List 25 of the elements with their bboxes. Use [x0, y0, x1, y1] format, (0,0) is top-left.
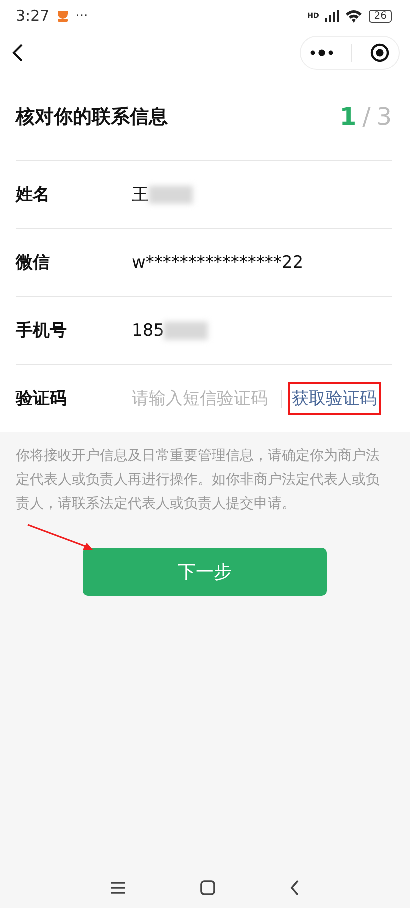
field-value: w****************22 — [132, 252, 304, 272]
battery-level: 26 — [369, 10, 392, 22]
field-label: 验证码 — [16, 388, 68, 410]
field-label: 姓名 — [16, 184, 51, 206]
step-current: 1 — [340, 103, 357, 131]
step-separator: / — [362, 103, 371, 131]
field-value: 185 — [132, 320, 164, 340]
app-notification-icon — [56, 9, 70, 23]
signal-icon — [325, 10, 340, 22]
field-label: 微信 — [16, 252, 51, 274]
next-button[interactable]: 下一步 — [83, 548, 327, 596]
page-title: 核对你的联系信息 — [16, 105, 168, 130]
more-icon[interactable] — [310, 49, 334, 57]
wifi-icon — [345, 10, 364, 22]
home-icon[interactable] — [200, 880, 216, 896]
back-icon[interactable] — [290, 880, 300, 896]
notice-text: 你将接收开户信息及日常重要管理信息，请确定你为商户法定代表人或负责人再进行操作。如你非商户法定代表人或负责人，请联系法定代表人或负责人提交申请。 — [15, 447, 381, 514]
step-total: 3 — [376, 103, 392, 131]
field-value: 王 — [132, 184, 149, 206]
clock-time: 3:27 — [16, 7, 50, 25]
get-code-link[interactable]: 获取验证码 — [288, 382, 381, 415]
notification-more: ··· — [76, 8, 88, 24]
menu-icon[interactable] — [110, 882, 126, 894]
field-label: 手机号 — [16, 320, 68, 342]
back-icon[interactable] — [12, 43, 24, 63]
